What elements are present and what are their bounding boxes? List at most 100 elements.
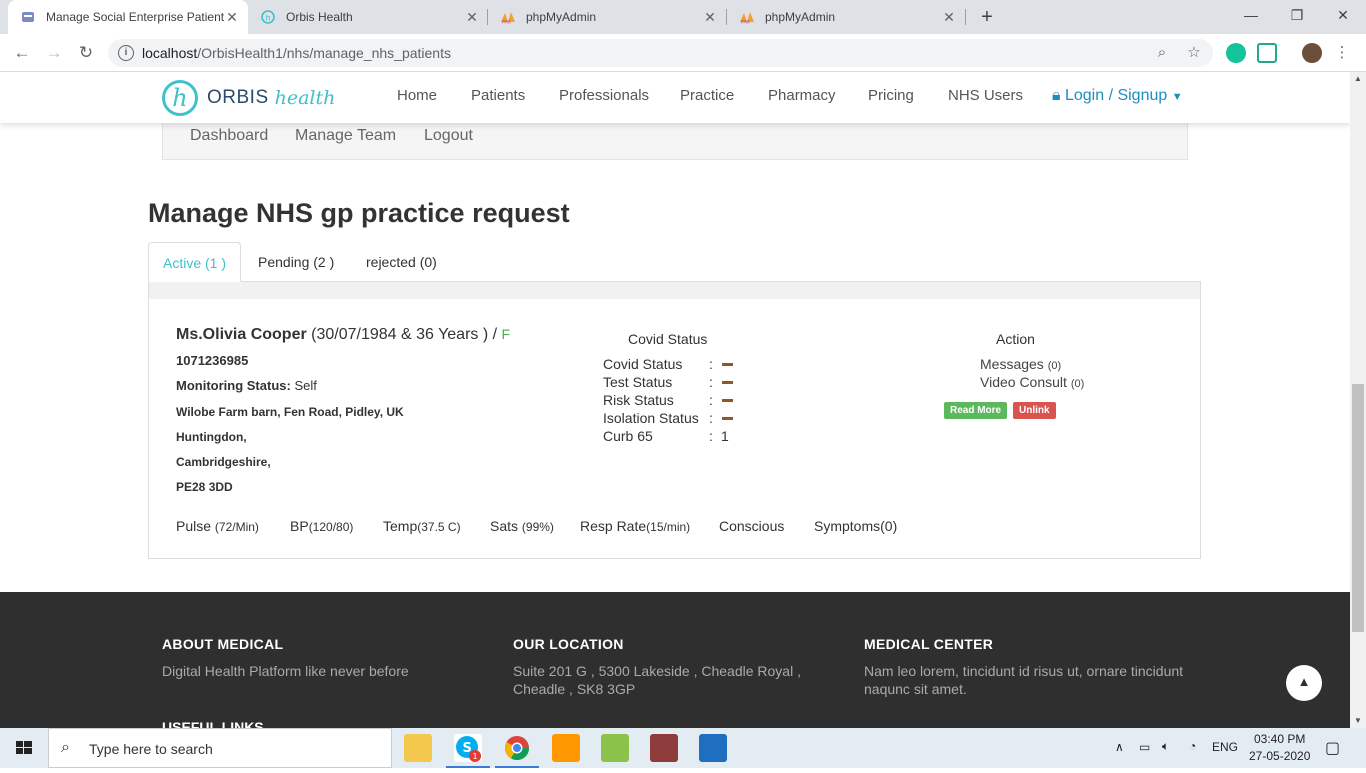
forward-arrow-icon[interactable]: →	[42, 41, 66, 65]
new-tab-button[interactable]: +	[976, 6, 998, 28]
phpmyadmin-favicon-icon: PMA	[500, 9, 516, 25]
vital-sats: Sats (99%)	[490, 518, 554, 534]
close-tab-icon[interactable]: ✕	[941, 9, 957, 25]
clock-date[interactable]: 27-05-2020	[1249, 749, 1310, 763]
tab-rejected[interactable]: rejected (0)	[352, 242, 451, 282]
footer-location-title: OUR LOCATION	[513, 636, 624, 652]
video-consult-link[interactable]: Video Consult (0)	[980, 374, 1084, 390]
clock-time[interactable]: 03:40 PM	[1254, 732, 1305, 746]
scroll-up-arrow-icon[interactable]: ▲	[1350, 72, 1366, 86]
close-tab-icon[interactable]: ✕	[464, 9, 480, 25]
profile-avatar[interactable]	[1302, 43, 1322, 63]
orbis-logo-icon: h	[162, 80, 198, 116]
covid-row-label: Test Status	[603, 374, 673, 390]
language-indicator[interactable]: ENG	[1212, 740, 1238, 754]
logo-text-health: health	[274, 87, 336, 109]
photos-icon[interactable]	[699, 734, 727, 762]
back-arrow-icon[interactable]: ←	[10, 41, 34, 65]
show-hidden-icons-chevron-icon[interactable]: ∧	[1115, 740, 1124, 754]
file-explorer-icon[interactable]	[404, 734, 432, 762]
minimize-window-icon[interactable]: —	[1228, 0, 1274, 30]
phpmyadmin-favicon-icon: PMA	[739, 9, 755, 25]
close-tab-icon[interactable]: ✕	[702, 9, 718, 25]
notepad-plus-icon[interactable]	[601, 734, 629, 762]
close-window-icon[interactable]: ✕	[1320, 0, 1366, 30]
read-more-button[interactable]: Read More	[944, 402, 1008, 419]
browser-menu-icon[interactable]: ⋮	[1330, 41, 1354, 65]
sublime-text-icon[interactable]	[552, 734, 580, 762]
nav-pharmacy[interactable]: Pharmacy	[768, 87, 836, 104]
patient-nhs-number: 1071236985	[176, 353, 249, 368]
site-info-icon[interactable]: i	[118, 45, 134, 61]
grammarly-extension-icon[interactable]	[1226, 43, 1246, 63]
subnav-manage-team[interactable]: Manage Team	[295, 127, 396, 145]
footer-about: ABOUT MEDICAL Digital Health Platform li…	[162, 636, 492, 680]
extension-n-icon[interactable]	[1257, 43, 1277, 63]
vital-label: BP	[290, 518, 309, 534]
scroll-to-top-button[interactable]: ▲	[1286, 665, 1322, 701]
reload-icon[interactable]: ↻	[74, 41, 98, 65]
page-title: Manage NHS gp practice request	[148, 198, 570, 228]
logo-text-orbis: ORBIS	[207, 87, 269, 108]
patient-card: Ms.Olivia Cooper (30/07/1984 & 36 Years …	[148, 282, 1201, 559]
covid-row-separator: :	[709, 428, 713, 444]
login-signup-dropdown[interactable]: 🔒︎ Login / Signup ▼	[1052, 87, 1183, 105]
scroll-down-arrow-icon[interactable]: ▼	[1350, 714, 1366, 728]
patient-name: Ms.Olivia Cooper	[176, 326, 307, 343]
nav-patients[interactable]: Patients	[471, 87, 525, 104]
covid-row-curb-65: Curb 65 : 1	[603, 428, 803, 446]
page-scrollbar[interactable]: ▲ ▼	[1350, 72, 1366, 728]
tab-active[interactable]: Active (1 )	[148, 242, 242, 282]
status-dash	[722, 363, 733, 366]
vital-resp-rate: Resp Rate(15/min)	[580, 518, 690, 534]
chrome-icon[interactable]	[495, 734, 539, 768]
browser-tab-manage-patients[interactable]: Manage Social Enterprise Patient ✕	[8, 0, 248, 34]
nav-home[interactable]: Home	[397, 87, 437, 104]
zoom-icon[interactable]: ⌕	[1153, 44, 1171, 62]
covid-row-covid-status: Covid Status :	[603, 356, 803, 374]
monitoring-status: Monitoring Status: Self	[176, 378, 317, 393]
subnav-dashboard[interactable]: Dashboard	[190, 127, 268, 145]
battery-icon[interactable]: ▭	[1139, 740, 1150, 754]
footer-location-text: Suite 201 G , 5300 Lakeside , Cheadle Ro…	[513, 663, 801, 697]
restore-window-icon[interactable]: ❐	[1274, 0, 1320, 30]
taskbar-search-placeholder: Type here to search	[89, 741, 213, 757]
windows-start-button[interactable]	[0, 728, 48, 768]
nav-practice[interactable]: Practice	[680, 87, 734, 104]
address-url[interactable]: localhost/OrbisHealth1/nhs/manage_nhs_pa…	[142, 45, 451, 61]
scrollbar-thumb[interactable]	[1352, 384, 1364, 632]
monitoring-status-value: Self	[294, 378, 317, 393]
notifications-icon[interactable]: ▢	[1325, 738, 1340, 758]
lock-icon: 🔒︎	[1052, 87, 1061, 104]
wifi-icon[interactable]: ◔	[1189, 739, 1196, 753]
covid-row-label: Covid Status	[603, 356, 683, 372]
covid-row-risk-status: Risk Status :	[603, 392, 803, 410]
patient-sex: F	[501, 326, 511, 342]
url-host: localhost	[142, 45, 198, 61]
covid-row-separator: :	[709, 374, 713, 390]
address-line-2: Huntingdon,	[176, 430, 247, 444]
vital-label: Sats	[490, 518, 519, 534]
covid-row-test-status: Test Status :	[603, 374, 803, 392]
winrar-icon[interactable]	[650, 734, 678, 762]
browser-tab-phpmyadmin-1[interactable]: PMA phpMyAdmin ✕	[488, 0, 726, 34]
unlink-button[interactable]: Unlink	[1013, 402, 1056, 419]
volume-icon[interactable]: 🔈︎	[1162, 739, 1169, 754]
nav-pricing[interactable]: Pricing	[868, 87, 914, 104]
covid-row-separator: :	[709, 392, 713, 408]
tab-pending[interactable]: Pending (2 )	[244, 242, 348, 282]
address-bar[interactable]: i localhost/OrbisHealth1/nhs/manage_nhs_…	[108, 39, 1213, 67]
footer-center-text: Nam leo lorem, tincidunt id risus ut, or…	[864, 663, 1184, 697]
bookmark-star-icon[interactable]: ☆	[1185, 44, 1203, 62]
browser-tab-orbis-health[interactable]: h Orbis Health ✕	[248, 0, 488, 34]
subnav-logout[interactable]: Logout	[424, 127, 473, 145]
nav-nhs-users[interactable]: NHS Users	[948, 87, 1023, 104]
vital-symptoms[interactable]: Symptoms(0)	[814, 518, 897, 534]
skype-icon[interactable]: S1	[446, 734, 490, 768]
close-tab-icon[interactable]: ✕	[224, 9, 240, 25]
messages-link[interactable]: Messages (0)	[980, 356, 1061, 372]
orbis-logo[interactable]: h ORBIS health	[162, 80, 335, 116]
nav-professionals[interactable]: Professionals	[559, 87, 649, 104]
browser-tab-phpmyadmin-2[interactable]: PMA phpMyAdmin ✕	[727, 0, 965, 34]
taskbar-search[interactable]: ⌕ Type here to search	[48, 728, 392, 768]
